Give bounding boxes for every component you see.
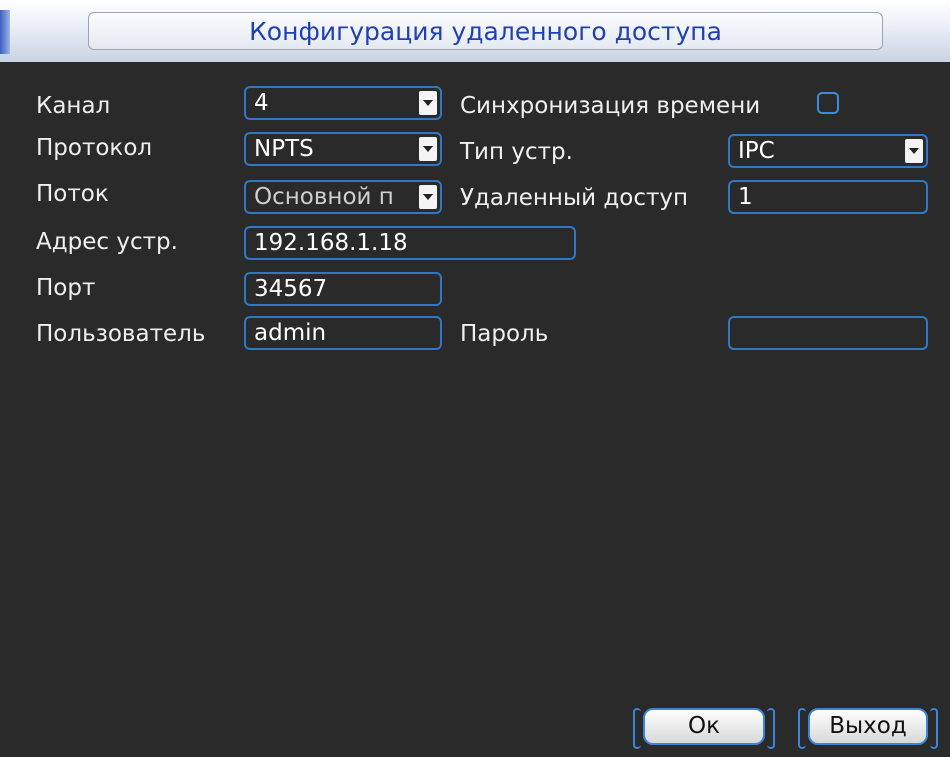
password-input[interactable]	[728, 316, 928, 350]
channel-select[interactable]: 4	[244, 86, 442, 120]
remote-access-input[interactable]: 1	[728, 180, 928, 214]
ok-button[interactable]: Ок	[633, 708, 775, 749]
device-address-value: 192.168.1.18	[254, 230, 408, 256]
chevron-down-icon[interactable]	[419, 91, 437, 115]
stream-value: Основной п	[254, 184, 394, 210]
password-label: Пароль	[460, 321, 549, 347]
exit-button[interactable]: Выход	[798, 708, 938, 749]
device-type-select[interactable]: IPC	[728, 134, 928, 168]
user-input[interactable]: admin	[244, 316, 442, 350]
channel-value: 4	[254, 90, 269, 116]
title-bar: Конфигурация удаленного доступа	[0, 0, 950, 62]
stream-select[interactable]: Основной п	[244, 180, 442, 214]
time-sync-checkbox[interactable]	[817, 92, 839, 114]
title-bar-edge	[0, 10, 10, 54]
device-address-label: Адрес устр.	[36, 229, 178, 255]
user-label: Пользователь	[36, 321, 206, 347]
protocol-label: Протокол	[36, 135, 153, 161]
protocol-value: NPTS	[254, 136, 314, 162]
user-value: admin	[254, 320, 327, 346]
port-label: Порт	[36, 275, 96, 301]
stream-label: Поток	[36, 181, 109, 207]
chevron-down-icon[interactable]	[419, 185, 437, 209]
device-type-value: IPC	[738, 138, 775, 164]
config-panel: Канал Протокол Поток Адрес устр. Порт По…	[0, 62, 950, 757]
time-sync-label: Синхронизация времени	[460, 93, 761, 119]
chevron-down-icon[interactable]	[905, 139, 923, 163]
device-address-input[interactable]: 192.168.1.18	[244, 226, 576, 260]
remote-access-label: Удаленный доступ	[460, 185, 689, 211]
chevron-down-icon[interactable]	[419, 137, 437, 161]
port-input[interactable]: 34567	[244, 272, 442, 306]
window-title: Конфигурация удаленного доступа	[249, 16, 722, 46]
title-box: Конфигурация удаленного доступа	[88, 12, 883, 50]
protocol-select[interactable]: NPTS	[244, 132, 442, 166]
port-value: 34567	[254, 276, 328, 302]
channel-label: Канал	[36, 93, 111, 119]
remote-access-value: 1	[738, 184, 753, 210]
device-type-label: Тип устр.	[460, 139, 573, 165]
